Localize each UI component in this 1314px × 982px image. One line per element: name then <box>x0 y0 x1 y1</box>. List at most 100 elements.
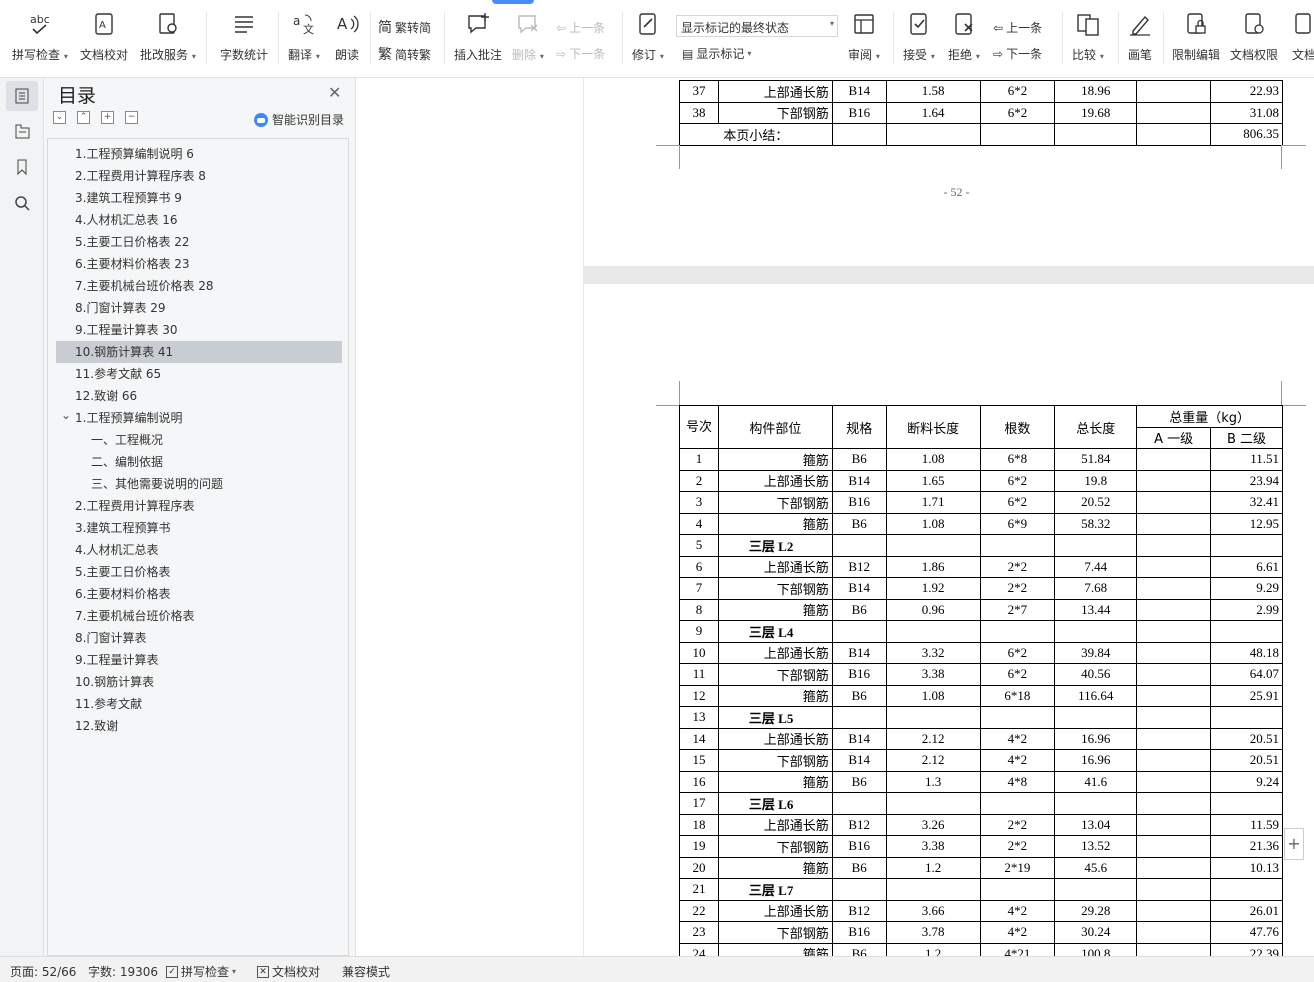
toc-item[interactable]: 10.钢筋计算表 41 <box>56 341 342 363</box>
remove-item-icon[interactable]: − <box>125 111 138 124</box>
simp-to-trad-button[interactable]: 繁简转繁 <box>378 44 431 64</box>
toc-item-label: 2.工程费用计算程序表 8 <box>75 169 206 183</box>
doc-check-button[interactable]: A 文档校对 <box>80 8 128 68</box>
toc-item[interactable]: 8.门窗计算表 29 <box>48 297 348 319</box>
reject-label: 拒绝 <box>948 48 973 62</box>
toc-item[interactable]: 10.钢筋计算表 <box>48 671 348 693</box>
show-marks-button[interactable]: ▤ 显示标记 ▾ <box>682 45 751 62</box>
toc-item[interactable]: 8.门窗计算表 <box>48 627 348 649</box>
search-rail-button[interactable] <box>6 188 38 218</box>
table-cell: 23.94 <box>1210 469 1283 492</box>
doc-more-button[interactable]: 文档 <box>1290 8 1314 68</box>
toc-item[interactable]: 7.主要机械台班价格表 <box>48 605 348 627</box>
status-doc-check[interactable]: ✕ 文档校对 <box>257 963 320 980</box>
table-cell: 32.41 <box>1210 491 1283 514</box>
table-cell <box>1054 123 1138 146</box>
review-service-button[interactable]: 批改服务 ▾ <box>140 8 196 68</box>
toc-item[interactable]: 4.人材机汇总表 16 <box>48 209 348 231</box>
toc-item[interactable]: 一、工程概况 <box>48 429 348 451</box>
table-cell: 三层 L5 <box>717 706 833 729</box>
toc-item[interactable]: 12.致谢 66 <box>48 385 348 407</box>
table-cell: 15 <box>679 749 719 772</box>
bookmark-rail-button[interactable] <box>6 152 38 182</box>
prev-comment-icon: ⇦ <box>556 20 567 35</box>
toc-item[interactable]: 5.主要工日价格表 <box>48 561 348 583</box>
read-aloud-button[interactable]: A 朗读 <box>333 8 361 68</box>
table-cell: 6*2 <box>979 101 1056 124</box>
toc-item[interactable]: 7.主要机械台班价格表 28 <box>48 275 348 297</box>
status-spell-check[interactable]: ✓ 拼写检查 ▾ <box>166 963 236 980</box>
chevron-down-icon[interactable]: ⌄ <box>61 404 71 426</box>
word-count-button[interactable]: 字数统计 <box>220 8 268 68</box>
next-change-button[interactable]: ⇨ 下一条 <box>993 45 1042 62</box>
add-item-icon[interactable]: + <box>101 111 114 124</box>
toc-item[interactable]: 11.参考文献 65 <box>48 363 348 385</box>
toc-item[interactable]: 12.致谢 <box>48 715 348 737</box>
toc-item[interactable]: 9.工程量计算表 <box>48 649 348 671</box>
toc-item[interactable]: 6.主要材料价格表 <box>48 583 348 605</box>
subtotal-row: 本页小结： 806.35 <box>679 123 1283 146</box>
toc-item[interactable]: ⌄ 1.工程预算编制说明 <box>48 407 348 429</box>
expand-up-icon[interactable]: ⌃ <box>77 111 90 124</box>
smart-toc-button[interactable]: 智能识别目录 <box>254 111 344 128</box>
table-cell <box>1136 813 1212 836</box>
delete-comment-button[interactable]: 删除 ▾ <box>512 8 544 68</box>
compare-button[interactable]: 比较 ▾ <box>1072 8 1104 68</box>
table-cell: 26.01 <box>1210 899 1283 922</box>
table-cell: 30.24 <box>1054 921 1138 944</box>
close-icon[interactable]: ✕ <box>328 83 341 102</box>
toc-item[interactable]: 9.工程量计算表 30 <box>48 319 348 341</box>
table-cell: B6 <box>831 448 887 471</box>
pen-button[interactable]: 画笔 <box>1126 8 1154 68</box>
left-rail <box>0 78 44 956</box>
toc-item[interactable]: 二、编制依据 <box>48 451 348 473</box>
reject-button[interactable]: 拒绝 ▾ <box>948 8 980 68</box>
trad-to-simp-button[interactable]: 简繁转简 <box>378 17 431 37</box>
toc-item[interactable]: 11.参考文献 <box>48 693 348 715</box>
toc-item[interactable]: 2.工程费用计算程序表 <box>48 495 348 517</box>
restrict-edit-button[interactable]: 限制编辑 <box>1172 8 1220 68</box>
table-cell: 总长度 <box>1054 405 1138 449</box>
toc-item[interactable]: 6.主要材料价格表 23 <box>48 253 348 275</box>
toc-item[interactable]: 4.人材机汇总表 <box>48 539 348 561</box>
review-pane-button[interactable]: 审阅 ▾ <box>848 8 880 68</box>
spell-check-button[interactable]: abc 拼写检查 ▾ <box>12 8 68 68</box>
page-indicator[interactable]: 页面: 52/66 <box>10 963 76 980</box>
translate-button[interactable]: a文 翻译 ▾ <box>288 8 320 68</box>
word-count-indicator[interactable]: 字数: 19306 <box>88 963 158 980</box>
accept-button[interactable]: 接受 ▾ <box>903 8 935 68</box>
table-cell <box>1136 598 1212 621</box>
table-cell: 规格 <box>831 405 887 449</box>
toc-item[interactable]: 1.工程预算编制说明 6 <box>48 143 348 165</box>
table-cell <box>1210 878 1283 901</box>
toc-item[interactable]: 2.工程费用计算程序表 8 <box>48 165 348 187</box>
page-number: - 52 - <box>943 185 970 199</box>
prev-change-label: 上一条 <box>1006 21 1043 35</box>
toc-item[interactable]: 3.建筑工程预算书 9 <box>48 187 348 209</box>
table-cell: 1 <box>679 448 719 471</box>
table-cell: 20.51 <box>1210 749 1283 772</box>
outline-rail-button[interactable] <box>6 116 38 146</box>
prev-comment-button[interactable]: ⇦ 上一条 <box>556 19 605 36</box>
add-button[interactable]: + <box>1284 828 1304 860</box>
prev-change-button[interactable]: ⇦ 上一条 <box>993 19 1042 36</box>
table-cell: 13 <box>679 706 719 729</box>
toc-rail-button[interactable] <box>6 81 38 111</box>
table-cell: 18 <box>679 813 719 836</box>
table-cell <box>885 792 981 815</box>
toc-item-label: 12.致谢 66 <box>75 389 138 403</box>
table-cell <box>1136 727 1212 750</box>
mark-state-select[interactable]: 显示标记的最终状态 ▾ <box>676 15 838 37</box>
doc-permission-button[interactable]: 文档权限 <box>1230 8 1278 68</box>
table-row: 9 三层 L4 <box>679 620 1283 643</box>
collapse-all-icon[interactable]: ⌄ <box>53 111 66 124</box>
toc-item[interactable]: 5.主要工日价格表 22 <box>48 231 348 253</box>
doc-check-icon: A <box>90 10 118 38</box>
next-comment-button[interactable]: ⇨ 下一条 <box>556 45 605 62</box>
document-area[interactable]: 37 上部通长筋 B14 1.58 6*2 18.96 22.93 38 下部钢筋 B16 1.64… <box>583 78 1314 956</box>
toc-item[interactable]: 3.建筑工程预算书 <box>48 517 348 539</box>
table-cell: 45.6 <box>1054 856 1138 879</box>
track-changes-button[interactable]: 修订 ▾ <box>632 8 664 68</box>
insert-comment-button[interactable]: 插入批注 <box>454 8 502 68</box>
toc-item[interactable]: 三、其他需要说明的问题 <box>48 473 348 495</box>
